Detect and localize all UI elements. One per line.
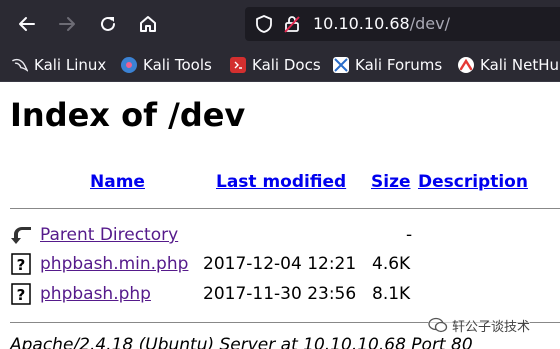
parent-directory-link[interactable]: Parent Directory <box>40 225 178 245</box>
forward-button[interactable] <box>51 8 83 40</box>
kali-nethunter-icon <box>458 57 474 73</box>
header-divider <box>10 208 560 209</box>
svg-text:?: ? <box>17 286 26 304</box>
unknown-file-icon: ? <box>11 283 31 305</box>
bookmark-label: Kali Forums <box>355 56 443 74</box>
url-path: /dev/ <box>409 14 450 33</box>
file-modified: 2017-12-04 12:21 <box>203 254 357 274</box>
url-bar[interactable]: 10.10.10.68/dev/ <box>245 7 560 41</box>
column-header-last-modified[interactable]: Last modified <box>216 172 346 192</box>
column-header-name[interactable]: Name <box>90 172 145 192</box>
column-header-size[interactable]: Size <box>371 172 411 192</box>
bookmark-label: Kali Docs <box>252 56 321 74</box>
file-size: 8.1K <box>372 284 411 304</box>
bookmark-kali-tools[interactable]: Kali Tools <box>121 55 212 75</box>
url-text[interactable]: 10.10.10.68/dev/ <box>313 14 450 33</box>
back-button[interactable] <box>11 8 43 40</box>
reload-icon <box>101 16 115 31</box>
bookmark-label: Kali Tools <box>143 56 212 74</box>
watermark: 轩公子谈技术 <box>428 314 531 336</box>
forward-arrow-icon <box>59 17 75 31</box>
kali-dragon-icon <box>12 57 28 73</box>
home-icon <box>140 16 156 32</box>
reload-button[interactable] <box>92 8 124 40</box>
server-address: Apache/2.4.18 (Ubuntu) Server at 10.10.1… <box>10 335 473 349</box>
kali-tools-icon <box>121 57 137 73</box>
page-title: Index of /dev <box>10 96 246 134</box>
home-button[interactable] <box>132 8 164 40</box>
file-link[interactable]: phpbash.min.php <box>40 254 188 274</box>
bookmark-kali-nethunter[interactable]: Kali NetHu <box>458 55 559 75</box>
list-item: Parent Directory - <box>10 224 560 246</box>
bookmark-label: Kali Linux <box>34 56 107 74</box>
parent-directory-size: - <box>406 225 413 245</box>
table-row: ? phpbash.min.php 2017-12-04 12:21 4.6K <box>10 253 560 275</box>
bookmark-kali-docs[interactable]: Kali Docs <box>230 55 321 75</box>
browser-toolbar: 10.10.10.68/dev/ <box>0 0 560 48</box>
bookmark-kali-forums[interactable]: Kali Forums <box>333 55 442 75</box>
kali-forums-icon <box>333 57 349 73</box>
insecure-lock-icon[interactable] <box>283 15 301 33</box>
file-size: 4.6K <box>372 254 411 274</box>
shield-icon[interactable] <box>255 15 273 33</box>
kali-docs-icon <box>230 57 246 73</box>
back-folder-icon <box>11 227 31 244</box>
url-host: 10.10.10.68 <box>313 14 410 33</box>
svg-text:?: ? <box>17 256 26 274</box>
unknown-file-icon: ? <box>11 253 31 275</box>
watermark-text: 轩公子谈技术 <box>452 319 531 335</box>
back-arrow-icon <box>19 17 35 31</box>
bookmark-label: Kali NetHu <box>480 56 559 74</box>
bookmark-kali-linux[interactable]: Kali Linux <box>12 55 106 75</box>
file-link[interactable]: phpbash.php <box>40 284 151 304</box>
page-content: Index of /dev Name Last modified Size De… <box>0 82 560 349</box>
table-row: ? phpbash.php 2017-11-30 23:56 8.1K <box>10 283 560 305</box>
wechat-icon <box>428 317 448 333</box>
bookmarks-toolbar: Kali Linux Kali Tools Kali Docs Kali For… <box>0 48 560 82</box>
column-header-description[interactable]: Description <box>418 172 528 192</box>
file-modified: 2017-11-30 23:56 <box>203 284 357 304</box>
